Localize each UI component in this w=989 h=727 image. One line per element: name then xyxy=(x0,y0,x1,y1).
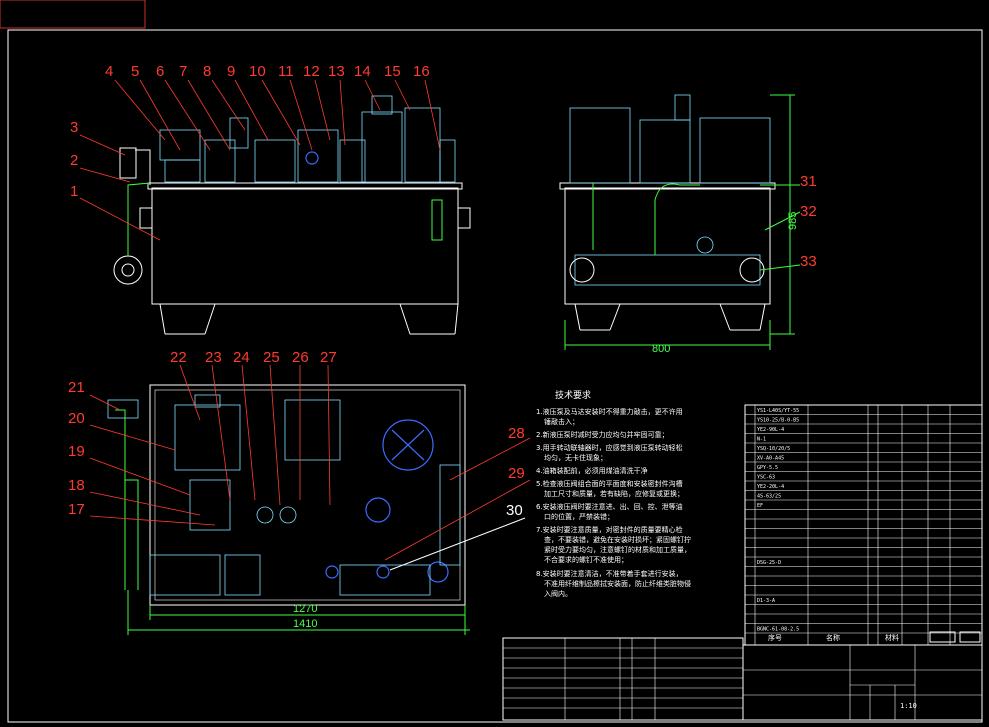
plan-view-leaders xyxy=(89,364,531,571)
part-label-28: 28 xyxy=(508,425,525,442)
tech-line-10: 口的位置，严禁装错； xyxy=(544,512,614,521)
parts-row-model: YE2-20L-4 xyxy=(757,484,784,490)
title-scale: 1:10 xyxy=(900,702,917,710)
plan-outer-dim: 1410 xyxy=(293,618,317,630)
part-label-6: 6 xyxy=(156,63,164,80)
part-label-14: 14 xyxy=(354,63,371,80)
part-label-1: 1 xyxy=(70,183,78,200)
part-label-12: 12 xyxy=(303,63,320,80)
parts-list-right xyxy=(744,404,983,646)
part-label-26: 26 xyxy=(292,349,309,366)
part-label-24: 24 xyxy=(233,349,250,366)
parts-row-model: N-1 xyxy=(757,437,766,443)
cad-drawing: 4 5 6 7 8 9 10 11 12 13 14 15 16 3 2 1 8… xyxy=(0,0,983,723)
part-label-29: 29 xyxy=(508,465,525,482)
parts-row-model: YS1-L40S/YT-55 xyxy=(757,408,799,414)
part-label-3: 3 xyxy=(70,119,78,136)
side-view xyxy=(559,94,776,331)
parts-row-model: 4S-63/25 xyxy=(757,494,781,500)
part-label-19: 19 xyxy=(68,443,85,460)
part-label-23: 23 xyxy=(205,349,222,366)
parts-row-model: GPY-5.5 xyxy=(757,465,778,471)
tech-line-9: 6.安装液压阀时要注意进、出、回、控、泄等油 xyxy=(536,502,683,511)
tech-line-1: 1.液压泵及马达安装时不得重力敲击，更不许用 xyxy=(536,407,683,416)
tech-line-15: 8.安装时要注意清洁，不准带着手套进行安装， xyxy=(536,569,683,578)
part-label-31: 31 xyxy=(800,173,817,190)
part-label-10: 10 xyxy=(249,63,266,80)
plan-view xyxy=(107,384,466,606)
part-label-32: 32 xyxy=(800,203,817,220)
parts-row-model: YSQ-10/20/5 xyxy=(757,446,790,452)
plan-view-label-group: 22 23 24 25 26 27 21 20 19 18 17 28 29 3… xyxy=(68,349,525,519)
plan-dimensions: 1270 1410 xyxy=(127,590,470,635)
parts-row-model: YE2-90L-4 xyxy=(757,427,784,433)
parts-row-model: YS10-25/B-0-B5 xyxy=(757,418,799,424)
parts-list-right-rows: YS1-L40S/YT-55 YS10-25/B-0-B5 YE2-90L-4 N-1… xyxy=(745,408,982,634)
tech-line-4: 3.用手转动联轴器时，应感觉到液压泵转动轻松 xyxy=(536,443,683,452)
parts-row-model: D5G-25-D xyxy=(757,560,781,566)
part-label-15: 15 xyxy=(384,63,401,80)
tech-line-14: 不合要求的螺钉不准使用； xyxy=(544,555,628,564)
footer-name: 名称 xyxy=(826,633,840,642)
part-label-2: 2 xyxy=(70,152,78,169)
tech-line-8: 加工尺寸和质量，若有缺陷，应修复或更换； xyxy=(544,489,684,498)
part-label-33: 33 xyxy=(800,253,817,270)
part-label-5: 5 xyxy=(131,63,139,80)
title-block: 1:10 xyxy=(742,631,983,721)
part-label-20: 20 xyxy=(68,410,85,427)
tech-line-12: 查，不要装错，避免在安装时损坏；紧固螺钉拧 xyxy=(544,535,691,544)
part-label-30: 30 xyxy=(506,502,523,519)
part-label-8: 8 xyxy=(203,63,211,80)
tech-line-13: 紧时受力要均匀，注意螺钉的材质和加工质量， xyxy=(544,545,691,554)
side-height-dim: 985 xyxy=(787,212,799,230)
side-width-dim: 800 xyxy=(652,343,670,355)
corner-box xyxy=(0,0,146,29)
part-label-17: 17 xyxy=(68,501,85,518)
tech-line-2: 锤敲击入； xyxy=(544,417,579,426)
drawing-frame xyxy=(7,29,983,723)
part-label-18: 18 xyxy=(68,477,85,494)
parts-row-model: YSC-63 xyxy=(757,475,775,481)
tech-requirements: 技术要求 1.液压泵及马达安装时不得重力敲击，更不许用 锤敲击入； 2.新液压泵… xyxy=(536,389,691,598)
part-label-22: 22 xyxy=(170,349,187,366)
parts-list-right-footer: 序号 名称 材料 xyxy=(768,633,899,642)
tech-title: 技术要求 xyxy=(555,389,591,401)
part-label-11: 11 xyxy=(278,63,294,80)
tech-line-17: 入阀内。 xyxy=(544,589,572,598)
part-label-16: 16 xyxy=(413,63,430,80)
plan-inner-dim: 1270 xyxy=(293,603,317,615)
tech-line-11: 7.安装时要注意质量，对密封件的质量要精心检 xyxy=(536,525,683,534)
tech-line-5: 均匀，无卡住现象； xyxy=(544,453,607,462)
part-label-9: 9 xyxy=(227,63,235,80)
part-label-13: 13 xyxy=(328,63,345,80)
front-view-label-group: 4 5 6 7 8 9 10 11 12 13 14 15 16 3 2 1 xyxy=(70,63,430,200)
parts-row-model: XV-A0-A45 xyxy=(757,456,784,462)
side-view-dimensions: 800 985 31 32 33 xyxy=(564,94,817,355)
footer-material: 材料 xyxy=(885,633,899,642)
tech-line-16: 不准用纤维制品擦拭安装面，防止纤维类脏物侵 xyxy=(544,579,691,588)
tech-line-3: 2.新液压泵时减时受力应均匀并牢固可靠； xyxy=(536,430,669,439)
parts-row-model: D1-3-A xyxy=(757,598,775,604)
parts-list-bottom xyxy=(502,637,744,721)
footer-index: 序号 xyxy=(768,633,782,642)
tech-line-6: 4.油箱装配前，必须用煤油清洗干净 xyxy=(536,466,648,475)
tech-line-7: 5.检查液压阀组合面的平面度和安装密封件沟槽 xyxy=(536,479,683,488)
part-label-27: 27 xyxy=(320,349,337,366)
part-label-7: 7 xyxy=(179,63,187,80)
parts-row-model: EF xyxy=(757,503,763,509)
part-label-21: 21 xyxy=(68,379,85,396)
part-label-4: 4 xyxy=(105,63,113,80)
front-view-leaders xyxy=(79,79,441,241)
part-label-25: 25 xyxy=(263,349,280,366)
parts-row-model: BGNC-61-08-2.5 xyxy=(757,627,799,633)
